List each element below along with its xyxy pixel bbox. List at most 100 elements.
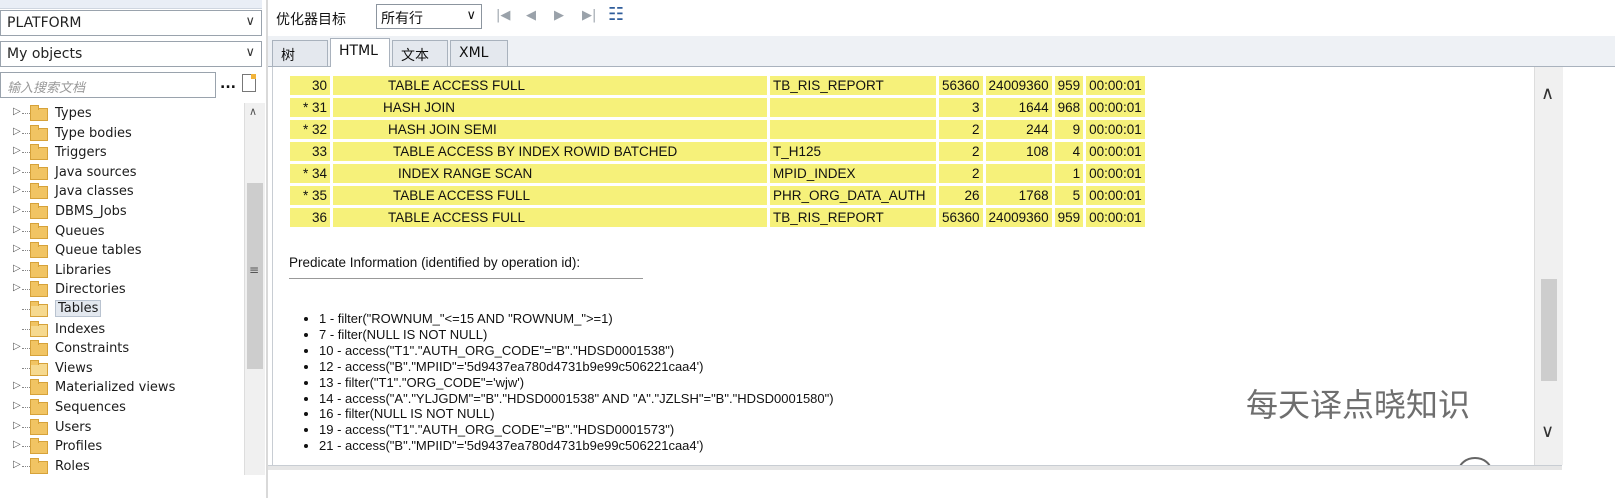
splitter[interactable] — [266, 0, 268, 498]
expand-icon[interactable]: ▷ — [13, 420, 21, 431]
new-document-icon[interactable] — [242, 74, 256, 92]
expand-icon[interactable]: ▷ — [13, 106, 21, 117]
user-combo[interactable]: PLATFORM ∨ — [0, 10, 262, 36]
expand-icon[interactable]: ▷ — [13, 243, 21, 254]
tree-item-libraries[interactable]: ▷ Libraries — [0, 260, 244, 280]
tab-0[interactable]: 树 — [272, 40, 328, 66]
expand-icon[interactable]: ▷ — [13, 184, 21, 195]
plan-cell-id: 33 — [290, 142, 330, 161]
tree-connector — [22, 407, 30, 408]
next-icon[interactable]: ▶ — [554, 8, 564, 23]
tree-connector — [22, 171, 30, 173]
tab-3[interactable]: XML — [450, 40, 508, 66]
plan-cell-id: 36 — [290, 208, 330, 227]
tree-item-directories[interactable]: ▷ Directories — [0, 279, 244, 299]
tree-item-roles[interactable]: ▷ Roles — [0, 456, 244, 475]
tree-item-label: Materialized views — [55, 380, 176, 396]
plan-cell-op: TABLE ACCESS FULL — [333, 208, 767, 227]
optimizer-goal-value: 所有行 — [381, 11, 423, 27]
tree-item-label: Tables — [55, 300, 102, 317]
scroll-up-icon[interactable]: ∧ — [249, 105, 257, 118]
horizontal-scrollbar[interactable] — [268, 465, 1562, 470]
tree-item-queue-tables[interactable]: ▷ Queue tables — [0, 240, 244, 260]
tree-connector — [22, 191, 30, 193]
expand-icon[interactable]: ▷ — [13, 400, 21, 411]
search-input[interactable]: 输入搜索文档 — [0, 72, 216, 98]
tab-2[interactable]: 文本 — [392, 40, 448, 66]
tree-connector — [22, 426, 30, 428]
tree-item-dbms-jobs[interactable]: ▷ DBMS_Jobs — [0, 201, 244, 221]
plan-cell-op: HASH JOIN — [333, 98, 767, 117]
tree-item-constraints[interactable]: ▷ Constraints — [0, 338, 244, 358]
tree-item-java-classes[interactable]: ▷ Java classes — [0, 181, 244, 201]
content-scrollbar[interactable]: ∧ ∨ — [1534, 67, 1563, 465]
tree-item-users[interactable]: ▷ Users — [0, 417, 244, 437]
search-placeholder: 输入搜索文档 — [7, 81, 86, 96]
plan-cell-cost: 5 — [1054, 186, 1084, 205]
folder-icon — [30, 261, 48, 278]
plan-row: * 32 HASH JOIN SEMI 2 244 9 00:00:01 — [290, 120, 1145, 139]
tree-item-views[interactable]: Views — [0, 358, 244, 378]
expand-icon[interactable]: ▷ — [13, 341, 21, 352]
tree-item-label: Directories — [55, 282, 126, 298]
first-icon[interactable]: |◀ — [496, 8, 510, 23]
tree-item-queues[interactable]: ▷ Queues — [0, 221, 244, 241]
tree-item-triggers[interactable]: ▷ Triggers — [0, 142, 244, 162]
filter-combo-value: My objects — [7, 46, 83, 62]
folder-icon — [30, 222, 48, 239]
tree-item-label: Queue tables — [55, 243, 142, 259]
predicate-item: 1 - filter("ROWNUM_"<=15 AND "ROWNUM_">=… — [319, 311, 834, 327]
expand-icon[interactable]: ▷ — [13, 263, 21, 274]
predicate-item: 19 - access("T1"."AUTH_ORG_CODE"="B"."HD… — [319, 422, 834, 438]
previous-icon[interactable]: ◀ — [526, 8, 536, 23]
tree-item-types[interactable]: ▷ Types — [0, 103, 244, 123]
scroll-up-icon[interactable]: ∧ — [1541, 83, 1554, 104]
tree-item-label: Indexes — [55, 321, 106, 337]
tree-scrollbar[interactable]: ∧ ≡ — [244, 103, 265, 475]
tree-item-label: Java classes — [55, 184, 134, 200]
tree-connector — [22, 446, 30, 448]
plan-cell-cost: 9 — [1054, 120, 1084, 139]
tree-item-type-bodies[interactable]: ▷ Type bodies — [0, 123, 244, 143]
plan-cell-obj: PHR_ORG_DATA_AUTH — [770, 186, 936, 205]
expand-icon[interactable]: ▷ — [13, 204, 21, 215]
expand-icon[interactable]: ▷ — [13, 224, 21, 235]
expand-icon[interactable]: ▷ — [13, 165, 21, 176]
tree-item-materialized-views[interactable]: ▷ Materialized views — [0, 377, 244, 397]
settings-sliders-icon[interactable]: ☷ — [608, 4, 624, 25]
expand-icon[interactable]: ▷ — [13, 439, 21, 450]
plan-cell-rows: 3 — [939, 98, 983, 117]
plan-cell-cost: 959 — [1054, 76, 1084, 95]
tree-item-tables[interactable]: Tables — [0, 299, 244, 319]
tree-item-label: Java sources — [55, 164, 137, 180]
plan-cell-id: * 34 — [290, 164, 330, 183]
wechat-icon — [1459, 457, 1491, 465]
expand-icon[interactable]: ▷ — [13, 126, 21, 137]
folder-icon — [30, 163, 48, 180]
optimizer-goal-select[interactable]: 所有行 ∨ — [376, 4, 482, 29]
plan-cell-rows: 56360 — [939, 208, 983, 227]
plan-cell-bytes — [985, 164, 1052, 183]
tab-1[interactable]: HTML — [330, 38, 390, 67]
expand-icon[interactable]: ▷ — [13, 282, 21, 293]
scrollbar-thumb[interactable] — [1541, 279, 1557, 381]
expand-icon[interactable]: ▷ — [13, 380, 21, 391]
plan-cell-obj: MPID_INDEX — [770, 164, 936, 183]
expand-icon[interactable]: ▷ — [13, 145, 21, 156]
user-combo-value: PLATFORM — [7, 15, 82, 31]
view-tabs: 树 HTML 文本 XML — [268, 36, 1615, 67]
scroll-down-icon[interactable]: ∨ — [1541, 421, 1554, 442]
last-icon[interactable]: ▶| — [582, 8, 596, 23]
plan-cell-id: * 35 — [290, 186, 330, 205]
folder-icon — [30, 183, 48, 200]
expand-icon[interactable]: ▷ — [13, 459, 21, 470]
plan-cell-cost: 968 — [1054, 98, 1084, 117]
tree-item-profiles[interactable]: ▷ Profiles — [0, 436, 244, 456]
tree-item-java-sources[interactable]: ▷ Java sources — [0, 162, 244, 182]
plan-cell-rows: 2 — [939, 164, 983, 183]
filter-combo[interactable]: My objects ∨ — [0, 41, 262, 67]
tree-item-sequences[interactable]: ▷ Sequences — [0, 397, 244, 417]
predicate-list: 1 - filter("ROWNUM_"<=15 AND "ROWNUM_">=… — [297, 311, 834, 454]
search-options-button[interactable]: ... — [220, 76, 236, 92]
tree-item-indexes[interactable]: Indexes — [0, 319, 244, 339]
